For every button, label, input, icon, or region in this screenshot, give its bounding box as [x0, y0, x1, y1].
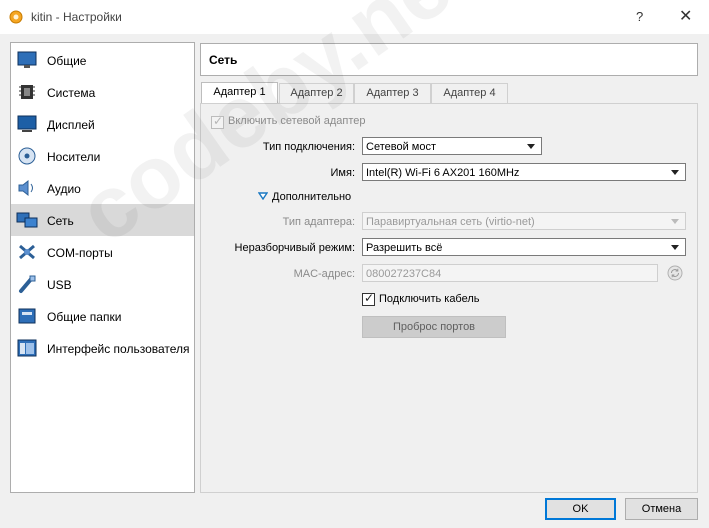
mac-address-value: 080027237C84 [366, 268, 442, 280]
sidebar-item-label: USB [47, 278, 72, 292]
system-icon [19, 85, 35, 99]
sidebar-item-audio[interactable]: Аудио [11, 172, 194, 204]
enable-adapter-label: Включить сетевой адаптер [228, 115, 366, 127]
cable-connected-checkbox[interactable]: ✓ [362, 291, 375, 306]
ok-button[interactable]: OK [545, 498, 616, 520]
storage-icon [18, 147, 36, 165]
user-interface-icon [17, 339, 37, 357]
cable-connected-label: Подключить кабель [379, 293, 480, 305]
close-button[interactable]: ✕ [679, 6, 692, 26]
attached-to-label: Тип подключения: [262, 141, 355, 153]
tab-adapter-1[interactable]: Адаптер 1 [201, 82, 278, 104]
port-forwarding-button[interactable]: Проброс портов [362, 316, 506, 338]
sidebar-item-com-ports[interactable]: COM-порты [11, 236, 194, 268]
sidebar-item-label: Общие папки [47, 310, 122, 324]
promiscuous-mode-value: Разрешить всё [366, 242, 443, 254]
usb-icon [19, 275, 36, 293]
promiscuous-mode-label: Неразборчивый режим: [234, 242, 355, 254]
window-title: kitin - Настройки [31, 10, 122, 24]
attached-to-value: Сетевой мост [366, 141, 436, 153]
sidebar-item-label: Носители [47, 150, 101, 164]
advanced-toggle[interactable]: Дополнительно [272, 191, 351, 203]
mac-address-label: MAC-адрес: [293, 268, 355, 280]
sidebar-item-network[interactable]: Сеть [11, 204, 194, 236]
attached-to-select[interactable]: Сетевой мост [362, 137, 542, 155]
sidebar-item-shared-folders[interactable]: Общие папки [11, 300, 194, 332]
check-icon: ✓ [364, 291, 375, 305]
audio-icon [18, 179, 33, 197]
sidebar-item-label: Общие [47, 54, 87, 68]
sidebar-item-general[interactable]: Общие [11, 44, 194, 76]
mac-address-field[interactable]: 080027237C84 [362, 264, 658, 282]
sidebar-item-display[interactable]: Дисплей [11, 108, 194, 140]
refresh-mac-icon[interactable] [667, 265, 683, 281]
name-value: Intel(R) Wi-Fi 6 AX201 160MHz [366, 167, 520, 179]
sidebar-item-label: COM-порты [47, 246, 113, 260]
chevron-down-icon [671, 219, 679, 224]
chevron-down-icon [527, 144, 535, 149]
adapter-type-select[interactable]: Паравиртуальная сеть (virtio-net) [362, 212, 686, 230]
name-select[interactable]: Intel(R) Wi-Fi 6 AX201 160MHz [362, 163, 686, 181]
page-title: Сеть [209, 53, 238, 67]
page-header: Сеть [200, 43, 698, 76]
sidebar-item-usb[interactable]: USB [11, 268, 194, 300]
help-button[interactable]: ? [636, 9, 643, 24]
shared-folders-icon [18, 308, 36, 324]
chevron-down-icon [671, 170, 679, 175]
sidebar-item-label: Дисплей [47, 118, 95, 132]
promiscuous-mode-select[interactable]: Разрешить всё [362, 238, 686, 256]
virtualbox-icon [9, 10, 23, 24]
cancel-button[interactable]: Отмена [625, 498, 698, 520]
adapter-type-value: Паравиртуальная сеть (virtio-net) [366, 216, 535, 228]
name-label: Имя: [330, 167, 355, 179]
expand-triangle-icon[interactable] [258, 192, 268, 200]
network-icon [16, 212, 38, 228]
sidebar-item-system[interactable]: Система [11, 76, 194, 108]
display-icon [17, 115, 37, 132]
settings-sidebar: Общие Система Дисплей Носители Аудио Сет… [10, 42, 195, 493]
title-bar: kitin - Настройки ? ✕ [0, 0, 709, 34]
chevron-down-icon [671, 245, 679, 250]
tab-adapter-2[interactable]: Адаптер 2 [279, 83, 354, 103]
sidebar-item-storage[interactable]: Носители [11, 140, 194, 172]
sidebar-item-label: Интерфейс пользователя [47, 342, 190, 356]
adapter-type-label: Тип адаптера: [282, 216, 355, 228]
general-icon [17, 51, 37, 68]
enable-adapter-checkbox[interactable]: ✓ [211, 114, 224, 129]
sidebar-item-label: Аудио [47, 182, 81, 196]
serial-ports-icon [19, 244, 35, 260]
tab-adapter-4[interactable]: Адаптер 4 [431, 83, 508, 103]
sidebar-item-label: Система [47, 86, 96, 100]
check-icon: ✓ [213, 114, 224, 128]
sidebar-item-label: Сеть [47, 214, 74, 228]
sidebar-item-user-interface[interactable]: Интерфейс пользователя [11, 332, 194, 364]
tab-adapter-3[interactable]: Адаптер 3 [354, 83, 431, 103]
